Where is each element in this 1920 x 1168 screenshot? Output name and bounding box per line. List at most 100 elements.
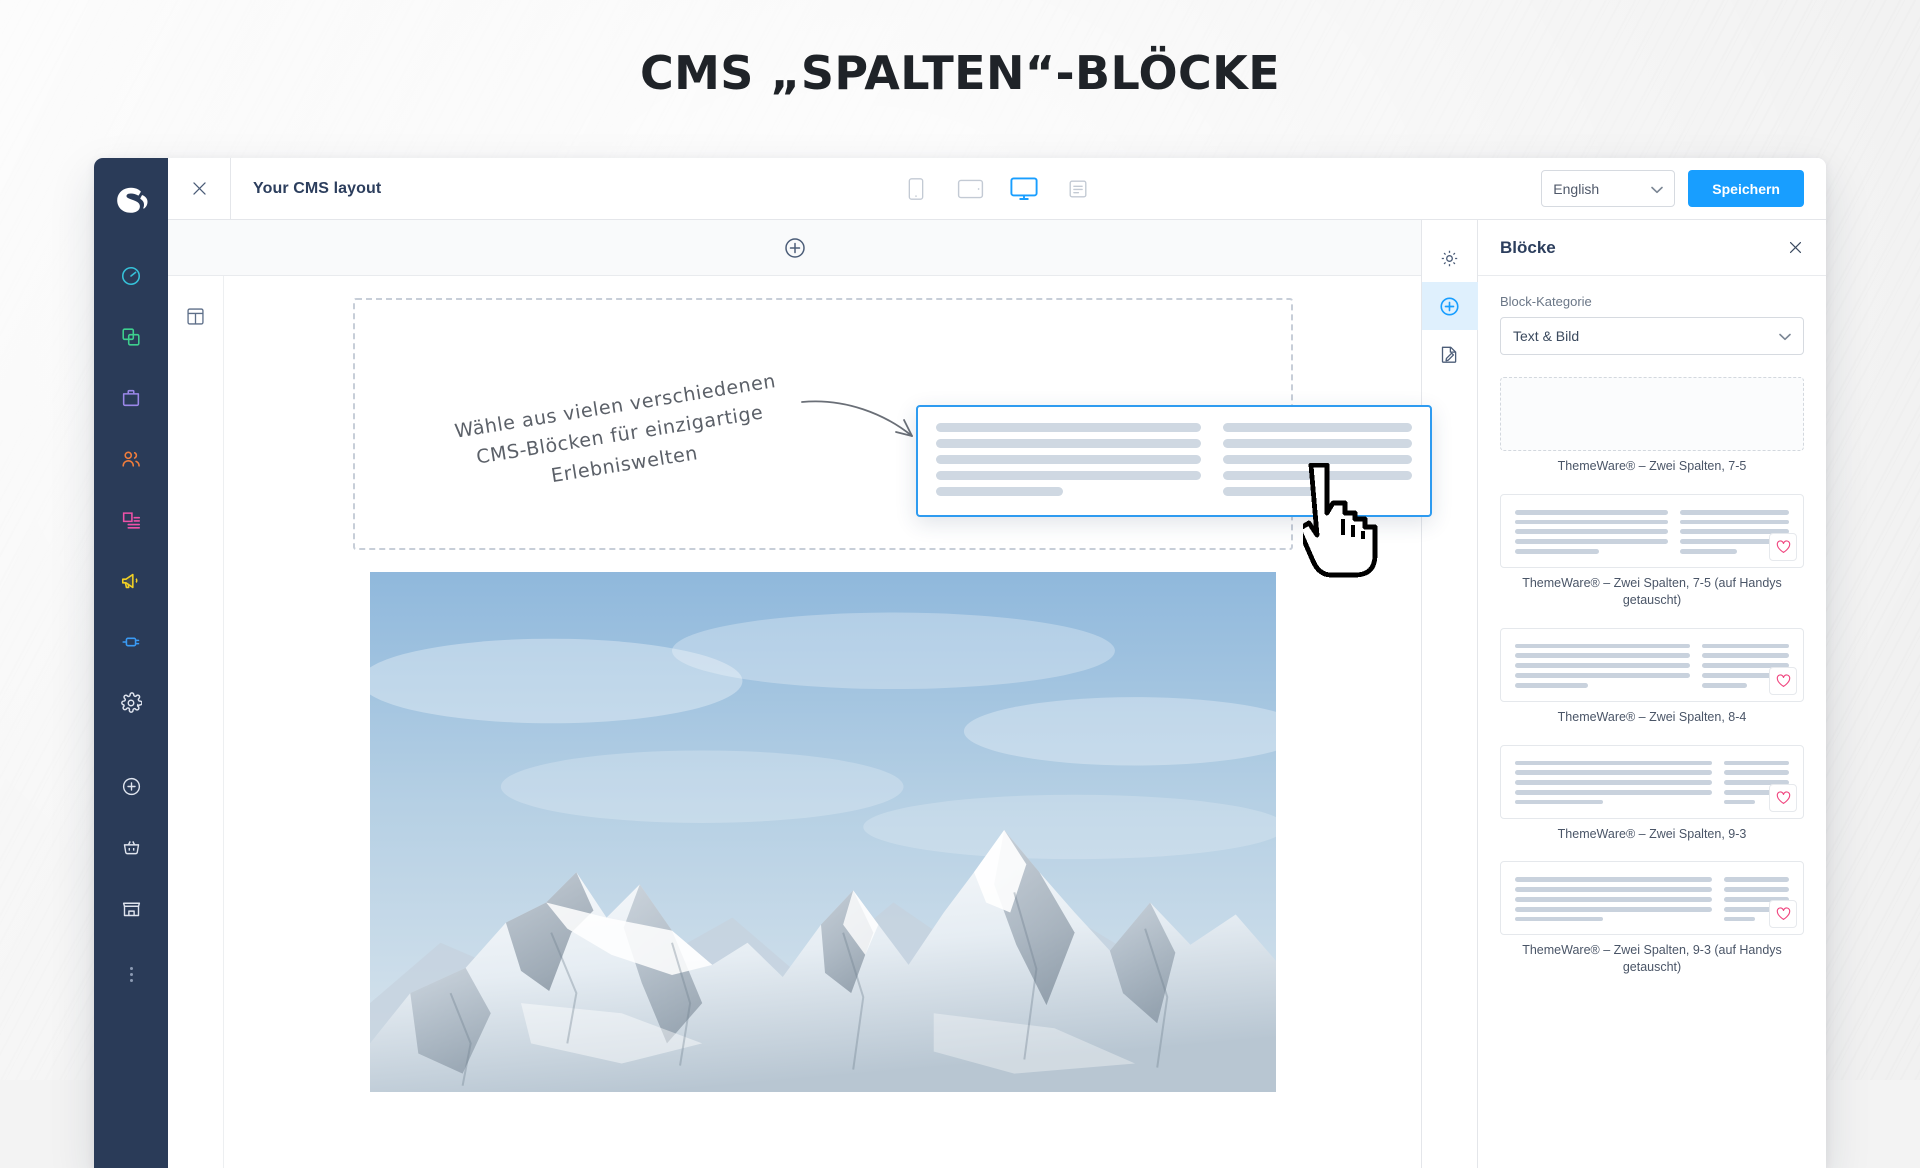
placeholder-line — [1701, 682, 1748, 688]
tab-blocks[interactable] — [1421, 282, 1478, 330]
app-main: Your CMS layout English Speichern Blöcke… — [168, 158, 1826, 1168]
tablet-icon[interactable] — [953, 172, 987, 206]
placeholder-line — [1679, 509, 1789, 515]
shopware-logo[interactable] — [109, 178, 153, 222]
toolbar-actions: English Speichern — [1541, 170, 1826, 207]
heart-outline-icon[interactable] — [1769, 900, 1797, 929]
heart-outline-icon[interactable] — [1769, 783, 1797, 812]
block-caption: ThemeWare® – Zwei Spalten, 8-4 — [1557, 709, 1747, 724]
block-list-item[interactable]: ThemeWare® – Zwei Spalten, 9-3 (auf Hand… — [1500, 861, 1804, 976]
placeholder-line — [1515, 682, 1589, 688]
block-preview[interactable] — [1500, 493, 1804, 568]
sidebar-item-marketing[interactable] — [109, 559, 153, 603]
placeholder-line — [1515, 760, 1712, 766]
placeholder-line — [1723, 916, 1755, 922]
device-preview-toggle — [899, 172, 1095, 206]
placeholder-line — [1515, 877, 1712, 883]
sidebar-item-add[interactable] — [109, 764, 153, 808]
block-preview[interactable] — [1500, 377, 1804, 451]
sidebar-item-catalogues[interactable] — [109, 315, 153, 359]
canvas-section-rail — [168, 276, 224, 1168]
placeholder-line — [1515, 643, 1690, 649]
sidebar-item-basket[interactable] — [109, 825, 153, 869]
block-preview-left-column — [1515, 875, 1712, 922]
placeholder-line — [1515, 906, 1712, 912]
heart-outline-icon[interactable] — [1769, 666, 1797, 695]
placeholder-line — [1222, 439, 1412, 448]
block-preview[interactable] — [1500, 627, 1804, 702]
blocks-panel-body: Block-Kategorie Text & Bild ThemeWare® –… — [1478, 276, 1826, 1168]
mountain-image-block[interactable] — [369, 572, 1276, 1092]
close-icon[interactable] — [1787, 239, 1804, 256]
save-button[interactable]: Speichern — [1688, 170, 1804, 207]
sidebar-item-dashboard[interactable] — [109, 254, 153, 298]
sidebar-item-storefront[interactable] — [109, 886, 153, 930]
placeholder-line — [1723, 770, 1789, 776]
desktop-icon[interactable] — [1007, 172, 1041, 206]
tab-layout[interactable] — [1422, 330, 1478, 378]
placeholder-line — [1515, 799, 1604, 805]
placeholder-line — [936, 455, 1201, 464]
sidebar-item-content[interactable] — [109, 498, 153, 542]
section-toolbar — [168, 220, 1421, 276]
dragged-block-right-column — [1222, 423, 1412, 499]
chevron-down-icon — [1779, 328, 1791, 344]
dragged-two-column-block[interactable] — [916, 405, 1432, 517]
placeholder-line — [1679, 549, 1737, 554]
blocks-panel-title: Blöcke — [1500, 237, 1556, 257]
placeholder-line — [936, 487, 1064, 496]
close-icon[interactable] — [168, 158, 230, 220]
placeholder-line — [1515, 549, 1600, 554]
placeholder-line — [1723, 799, 1755, 805]
placeholder-line — [1515, 770, 1712, 776]
placeholder-line — [1515, 653, 1690, 659]
sidebar-item-orders[interactable] — [109, 376, 153, 420]
sidebar-item-extensions[interactable] — [109, 620, 153, 664]
page-title: CMS „SPALTEN“-BLÖCKE — [639, 46, 1281, 100]
placeholder-line — [1222, 423, 1412, 432]
placeholder-line — [936, 471, 1201, 480]
placeholder-line — [936, 439, 1201, 448]
chevron-down-icon — [1651, 181, 1664, 197]
placeholder-line — [1515, 519, 1668, 525]
block-list-item[interactable]: ThemeWare® – Zwei Spalten, 7-5 (auf Hand… — [1500, 493, 1804, 609]
placeholder-line — [1723, 877, 1789, 883]
add-section-button[interactable] — [783, 236, 807, 260]
block-list-item[interactable]: ThemeWare® – Zwei Spalten, 8-4 — [1500, 627, 1804, 726]
mountain-photo — [369, 572, 1276, 1092]
placeholder-line — [1222, 455, 1412, 464]
tab-settings[interactable] — [1422, 234, 1478, 282]
list-view-icon[interactable] — [1061, 172, 1095, 206]
block-category-select[interactable]: Text & Bild — [1500, 317, 1804, 355]
blocks-panel-header: Blöcke — [1478, 220, 1826, 276]
sidebar-item-customers[interactable] — [109, 437, 153, 481]
block-caption: ThemeWare® – Zwei Spalten, 9-3 (auf Hand… — [1522, 943, 1782, 975]
placeholder-line — [1679, 519, 1789, 525]
placeholder-line — [1515, 780, 1712, 785]
block-preview[interactable] — [1500, 861, 1804, 936]
language-select[interactable]: English — [1541, 170, 1676, 207]
block-preview[interactable] — [1500, 744, 1804, 819]
block-list-item[interactable]: ThemeWare® – Zwei Spalten, 9-3 — [1500, 744, 1804, 843]
block-category-label: Block-Kategorie — [1500, 294, 1592, 309]
placeholder-line — [1515, 896, 1712, 902]
placeholder-line — [1222, 471, 1412, 480]
editor-tool-rail — [1421, 220, 1478, 1168]
more-vertical-icon[interactable] — [109, 957, 153, 991]
placeholder-line — [1515, 529, 1668, 535]
placeholder-line — [1515, 916, 1604, 922]
placeholder-line — [1515, 509, 1668, 515]
dragged-block-left-column — [936, 423, 1201, 499]
section-layout-icon[interactable] — [185, 306, 206, 1168]
placeholder-line — [1723, 760, 1789, 766]
placeholder-line — [1515, 539, 1668, 545]
block-preview-left-column — [1515, 759, 1712, 805]
block-preview-left-column — [1515, 642, 1690, 688]
block-list-item[interactable]: ThemeWare® – Zwei Spalten, 7-5 — [1500, 377, 1804, 475]
mobile-icon[interactable] — [899, 172, 933, 206]
sidebar-item-settings[interactable] — [109, 681, 153, 725]
placeholder-line — [1515, 663, 1690, 669]
block-preview-left-column — [1515, 508, 1668, 554]
placeholder-line — [936, 423, 1201, 432]
heart-outline-icon[interactable] — [1769, 532, 1797, 561]
